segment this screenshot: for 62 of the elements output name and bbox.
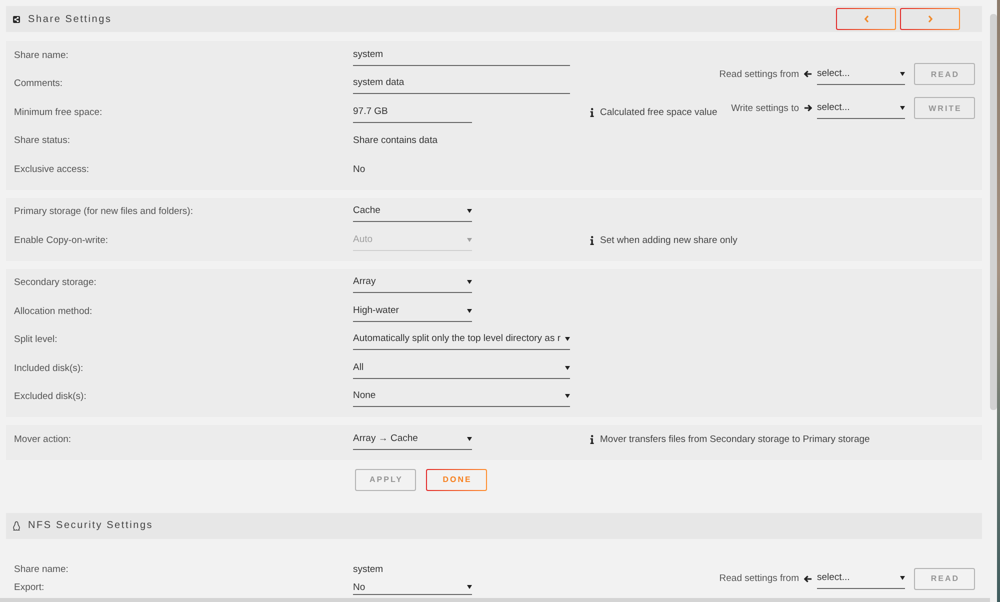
dropdown[interactable]: Array → Cache: [353, 428, 472, 450]
scrollbar[interactable]: [990, 14, 997, 410]
field-label: Share status:: [14, 135, 70, 146]
dropdown[interactable]: Automatically split only the top level directory as r: [353, 329, 570, 350]
caret-down-icon: [467, 585, 472, 589]
field-label: Mover action:: [14, 434, 72, 445]
section-title: NFS Security Settings: [28, 520, 154, 531]
info-icon: [590, 236, 594, 245]
dropdown[interactable]: None: [353, 386, 570, 408]
caret-down-icon: [900, 576, 905, 580]
penguin-icon: [13, 520, 20, 530]
dropdown[interactable]: All: [353, 358, 570, 379]
field-label: Share name:: [14, 564, 68, 575]
caret-down-icon: [900, 72, 905, 76]
field-label: Exclusive access:: [14, 164, 89, 175]
field-label: Primary storage (for new files and folders):: [14, 206, 193, 218]
copy-settings-label: Read settings from: [719, 573, 799, 584]
caret-down-icon: [900, 106, 905, 110]
copy-settings-label: Write settings to: [731, 102, 799, 114]
dropdown[interactable]: High-water: [353, 300, 472, 322]
caret-down-icon: [467, 436, 472, 441]
caret-down-icon: [467, 280, 472, 284]
copy-settings-label: Read settings from: [719, 68, 799, 80]
share-icon: [13, 16, 20, 22]
previous-button[interactable]: [836, 8, 896, 30]
text-field[interactable]: system: [353, 44, 570, 66]
chevron-right-icon: [928, 15, 932, 23]
arrow-left-icon: [804, 574, 812, 582]
field-label: Comments:: [14, 78, 63, 90]
caret-down-icon: [467, 308, 472, 313]
field-value: Share contains data: [353, 135, 438, 146]
caret-down-icon: [565, 337, 570, 342]
field-value: No: [353, 164, 366, 175]
caret-down-icon: [467, 209, 472, 214]
field-label: Included disk(s):: [14, 362, 84, 374]
info-text: Set when adding new share only: [600, 234, 738, 246]
field-label: Export:: [14, 582, 44, 593]
arrow-right-icon: [804, 104, 812, 112]
field-label: Minimum free space:: [14, 106, 102, 118]
dropdown[interactable]: Cache: [353, 201, 472, 222]
info-icon: [590, 108, 594, 117]
info-text: Mover transfers files from Secondary storage to Primary storage: [600, 434, 870, 445]
field-label: Share name:: [14, 50, 68, 61]
caret-down-icon: [467, 238, 472, 242]
info-icon: [590, 434, 594, 444]
caret-down-icon: [565, 366, 570, 370]
field-label: Allocation method:: [14, 306, 92, 317]
dropdown[interactable]: No: [353, 580, 472, 594]
dropdown[interactable]: Array: [353, 272, 472, 294]
next-button[interactable]: [900, 8, 960, 30]
field-label: Secondary storage:: [14, 277, 96, 288]
field-label: Excluded disk(s):: [14, 391, 86, 402]
field-value: system: [353, 564, 384, 575]
field-label: Enable Copy-on-write:: [14, 234, 108, 246]
info-text: Calculated free space value: [600, 106, 718, 118]
field-label: Split level:: [14, 334, 58, 346]
text-field[interactable]: system data: [353, 73, 570, 94]
chevron-left-icon: [864, 15, 868, 23]
arrow-left-icon: [804, 70, 812, 78]
text-field[interactable]: 97.7 GB: [353, 102, 472, 123]
section-title: Share Settings: [28, 14, 112, 24]
caret-down-icon: [565, 394, 570, 398]
